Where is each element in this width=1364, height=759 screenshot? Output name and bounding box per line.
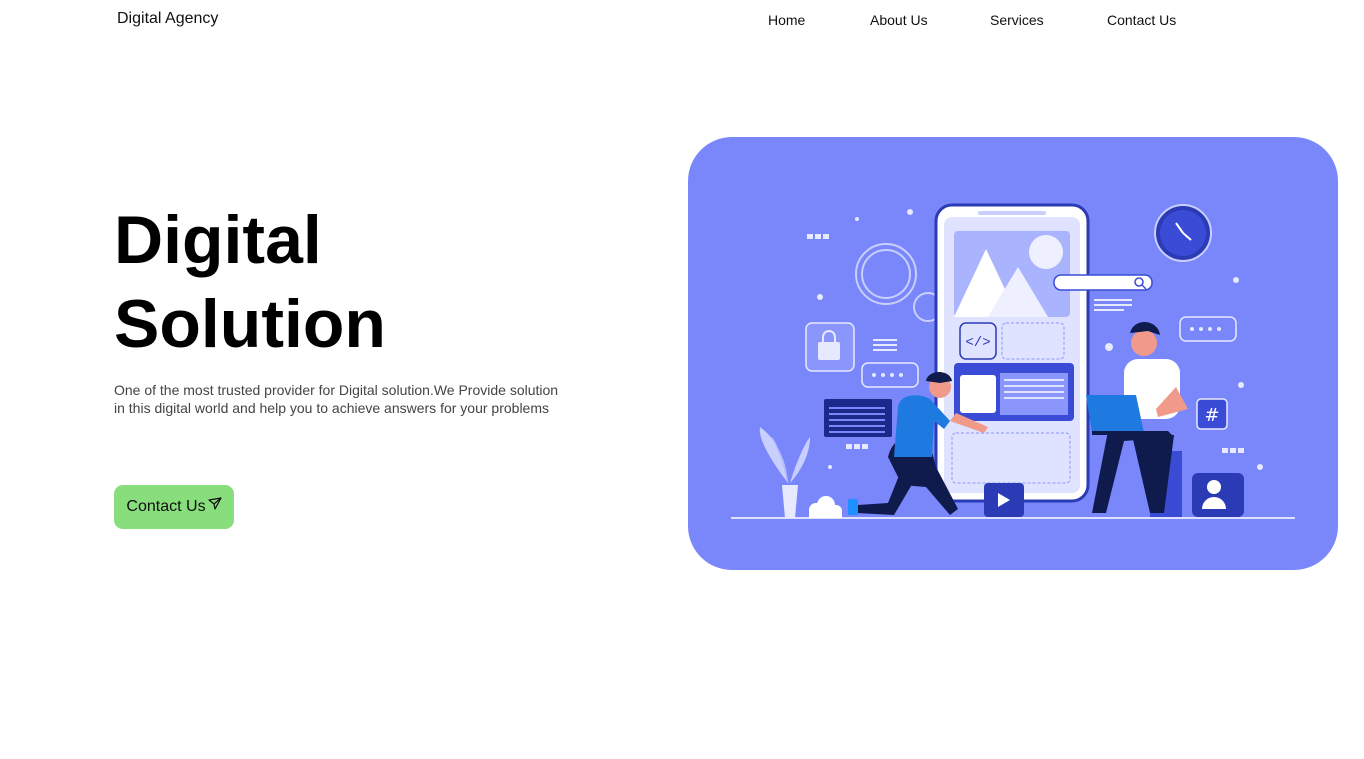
browser-window-icon	[954, 363, 1074, 421]
hero-title-line-1: Digital	[114, 202, 322, 278]
nav-about-us[interactable]: About Us	[870, 12, 928, 28]
hero-illustration: </> #	[688, 137, 1338, 570]
hashtag-icon: #	[1196, 398, 1228, 430]
nav-contact-us[interactable]: Contact Us	[1107, 12, 1176, 28]
gear-icon	[855, 243, 943, 322]
hero-description-line-1: One of the most trusted provider for Dig…	[114, 382, 559, 398]
nav-services[interactable]: Services	[990, 12, 1044, 28]
svg-text:#: #	[1204, 405, 1219, 426]
phone-mockup: </>	[934, 203, 1090, 503]
hero-title: Digital Solution	[114, 198, 534, 366]
hero-description: One of the most trusted provider for Dig…	[114, 381, 614, 417]
hero-description-line-2: in this digital world and help you to ac…	[114, 400, 550, 416]
contact-us-button[interactable]: Contact Us	[114, 485, 234, 529]
contact-us-button-label: Contact Us	[126, 498, 206, 515]
hero-title-line-2: Solution	[114, 286, 386, 362]
user-profile-icon	[1192, 473, 1244, 517]
search-bar-icon	[1053, 274, 1153, 291]
play-icon	[984, 483, 1024, 517]
landing-page: Digital Agency Home About Us Services Co…	[0, 0, 1364, 759]
lock-icon	[805, 322, 855, 372]
code-window-icon	[824, 399, 892, 437]
svg-text:</>: </>	[965, 335, 990, 351]
brand-logo[interactable]: Digital Agency	[117, 10, 218, 28]
plant-icon	[759, 427, 810, 518]
clock-icon	[1154, 204, 1212, 262]
send-icon	[207, 497, 222, 510]
app-development-illustration: </> #	[731, 203, 1295, 519]
nav-home[interactable]: Home	[768, 12, 805, 28]
cloud-icon	[809, 496, 842, 518]
